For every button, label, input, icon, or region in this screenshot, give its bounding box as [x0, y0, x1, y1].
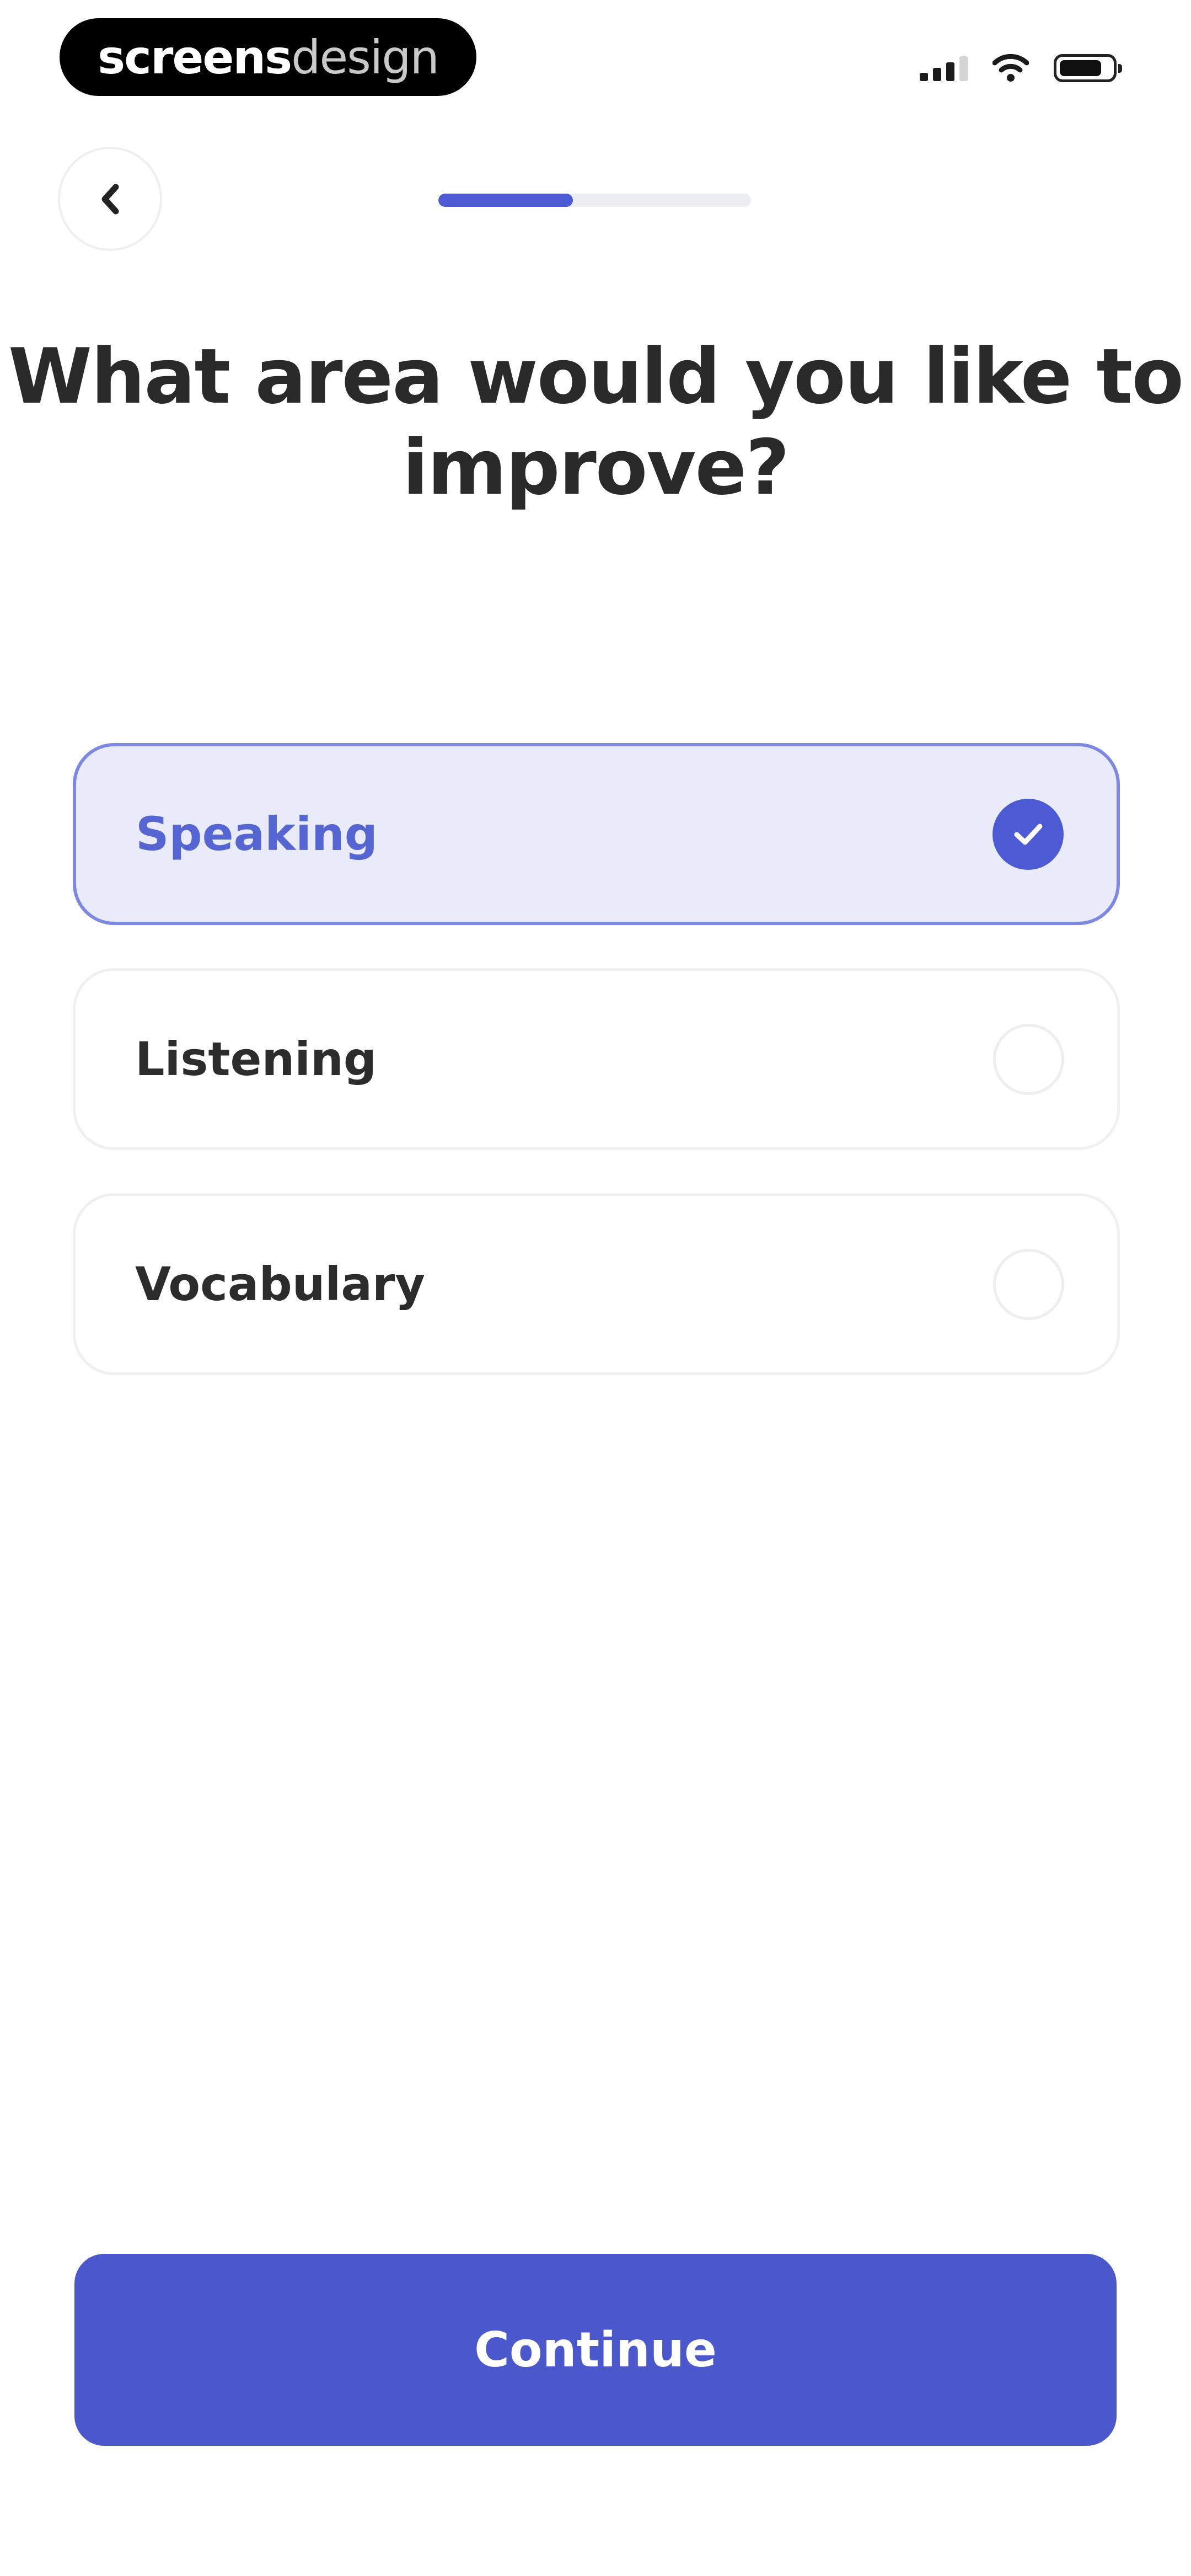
- brand-logo: screens design: [60, 18, 476, 96]
- wifi-icon: [993, 54, 1029, 82]
- option-radio[interactable]: [993, 1248, 1064, 1320]
- back-button[interactable]: [58, 147, 162, 251]
- checkmark-icon: [1014, 824, 1042, 845]
- option-radio[interactable]: [993, 798, 1064, 870]
- option-radio[interactable]: [993, 1023, 1064, 1095]
- battery-icon: [1054, 54, 1122, 82]
- brand-logo-bold: screens: [98, 30, 292, 84]
- option-label: Speaking: [136, 807, 378, 861]
- option-label: Vocabulary: [135, 1257, 426, 1311]
- progress-bar: [438, 194, 751, 207]
- option-vocabulary[interactable]: Vocabulary: [73, 1193, 1120, 1375]
- cellular-signal-icon: [920, 55, 968, 81]
- chevron-left-icon: [101, 184, 119, 214]
- progress-bar-fill: [438, 194, 573, 207]
- continue-button[interactable]: Continue: [74, 2254, 1117, 2446]
- onboarding-screen: screens design What area would you like t…: [0, 0, 1191, 2576]
- brand-logo-light: design: [291, 30, 439, 84]
- option-speaking[interactable]: Speaking: [73, 743, 1120, 925]
- status-icons: [920, 50, 1122, 86]
- options-list: Speaking Listening Vocabulary: [73, 743, 1120, 1418]
- option-listening[interactable]: Listening: [73, 968, 1120, 1150]
- page-title-text: What area would you like to improve?: [8, 332, 1184, 512]
- page-title: What area would you like to improve?: [0, 331, 1191, 513]
- option-label: Listening: [135, 1032, 377, 1086]
